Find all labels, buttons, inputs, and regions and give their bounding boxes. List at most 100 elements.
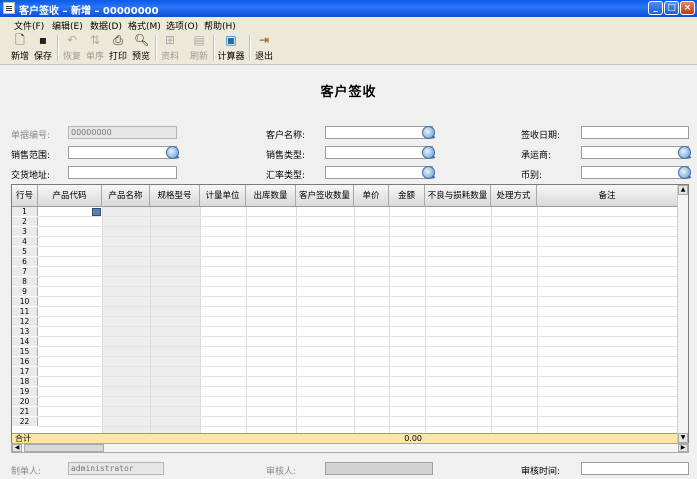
row-number[interactable]: 16 bbox=[12, 357, 38, 366]
minimize-button[interactable]: _ bbox=[648, 1, 663, 15]
row-number[interactable]: 11 bbox=[12, 307, 38, 316]
horizontal-scrollbar[interactable]: ◀ ▶ bbox=[11, 443, 689, 453]
col-header-unit[interactable]: 计量单位 bbox=[200, 185, 246, 207]
menu-edit[interactable]: 编辑(E) bbox=[52, 19, 83, 32]
delivery-address-field[interactable] bbox=[68, 166, 177, 179]
scroll-up-arrow-icon[interactable]: ▲ bbox=[678, 185, 688, 195]
menu-format[interactable]: 格式(M) bbox=[128, 19, 161, 32]
row-number[interactable]: 1 bbox=[12, 207, 38, 216]
row-number[interactable]: 14 bbox=[12, 337, 38, 346]
col-header-line-no[interactable]: 行号 bbox=[12, 185, 38, 207]
row-number[interactable]: 19 bbox=[12, 387, 38, 396]
sales-range-field[interactable] bbox=[68, 146, 179, 159]
col-header-out-qty[interactable]: 出库数量 bbox=[246, 185, 296, 207]
search-icon[interactable] bbox=[422, 166, 435, 179]
row-number[interactable]: 7 bbox=[12, 267, 38, 276]
search-icon[interactable] bbox=[422, 146, 435, 159]
col-header-handling[interactable]: 处理方式 bbox=[491, 185, 537, 207]
carrier-field[interactable] bbox=[581, 146, 691, 159]
row-number[interactable]: 3 bbox=[12, 227, 38, 236]
customer-name-field[interactable] bbox=[325, 126, 435, 139]
grid-line bbox=[200, 207, 201, 443]
title-bar: 客户签收 – 新增 – 00000000 _ □ × bbox=[0, 0, 697, 17]
save-button[interactable]: ▪ 保存 bbox=[31, 33, 55, 63]
lookup-icon[interactable] bbox=[92, 208, 101, 216]
spec-column-bg bbox=[151, 207, 200, 433]
search-icon[interactable] bbox=[678, 166, 691, 179]
print-button[interactable]: ⎙ 打印 bbox=[106, 34, 130, 63]
col-header-amount[interactable]: 金额 bbox=[389, 185, 425, 207]
col-header-spec[interactable]: 规格型号 bbox=[150, 185, 200, 207]
sales-type-field[interactable] bbox=[325, 146, 435, 159]
scroll-thumb[interactable] bbox=[24, 444, 104, 452]
sign-date-field[interactable] bbox=[581, 126, 689, 139]
grid-line bbox=[246, 207, 247, 443]
rate-type-field[interactable] bbox=[325, 166, 435, 179]
toolbar-separator bbox=[213, 35, 215, 61]
search-icon[interactable] bbox=[166, 146, 179, 159]
save-disk-icon: ▪ bbox=[38, 33, 48, 47]
row-divider bbox=[38, 276, 678, 277]
search-icon[interactable] bbox=[678, 146, 691, 159]
detail-grid[interactable]: 行号 产品代码 产品名称 规格型号 计量单位 出库数量 客户签收数量 单价 金额… bbox=[11, 184, 689, 445]
row-number[interactable]: 12 bbox=[12, 317, 38, 326]
col-header-defect-qty[interactable]: 不良与损耗数量 bbox=[425, 185, 491, 207]
row-number[interactable]: 21 bbox=[12, 407, 38, 416]
row-divider bbox=[38, 426, 678, 427]
currency-label: 币别: bbox=[521, 171, 543, 181]
preview-button[interactable]: 🔍︎ 预览 bbox=[129, 33, 153, 63]
menu-options[interactable]: 选项(O) bbox=[166, 19, 198, 32]
menu-data[interactable]: 数据(D) bbox=[90, 19, 122, 32]
reviewer-label: 审核人: bbox=[266, 467, 297, 477]
scroll-down-arrow-icon[interactable]: ▼ bbox=[678, 433, 688, 443]
col-header-sign-qty[interactable]: 客户签收数量 bbox=[296, 185, 354, 207]
grid-line bbox=[389, 207, 390, 443]
row-number[interactable]: 15 bbox=[12, 347, 38, 356]
row-divider bbox=[38, 326, 678, 327]
close-button[interactable]: × bbox=[680, 1, 695, 15]
row-number[interactable]: 6 bbox=[12, 257, 38, 266]
grid-line bbox=[296, 207, 297, 443]
col-header-product-name[interactable]: 产品名称 bbox=[102, 185, 150, 207]
col-header-product-code[interactable]: 产品代码 bbox=[38, 185, 102, 207]
new-button[interactable]: 🗋 新增 bbox=[8, 34, 32, 63]
product-name-column-bg bbox=[103, 207, 150, 433]
scroll-right-arrow-icon[interactable]: ▶ bbox=[678, 444, 688, 452]
review-time-label: 审核时间: bbox=[521, 467, 561, 477]
material-icon: ⊞ bbox=[164, 33, 176, 47]
row-divider bbox=[38, 366, 678, 367]
vertical-scrollbar[interactable]: ▲ ▼ bbox=[677, 185, 688, 443]
grid-line bbox=[537, 207, 538, 443]
material-button[interactable]: ⊞ 资料 bbox=[158, 33, 182, 63]
preview-magnifier-icon: 🔍︎ bbox=[134, 33, 150, 47]
row-number[interactable]: 2 bbox=[12, 217, 38, 226]
menu-help[interactable]: 帮助(H) bbox=[204, 19, 236, 32]
row-number[interactable]: 18 bbox=[12, 377, 38, 386]
restore-button[interactable]: ↶ 恢复 bbox=[60, 34, 84, 63]
row-number[interactable]: 10 bbox=[12, 297, 38, 306]
row-divider bbox=[38, 416, 678, 417]
search-icon[interactable] bbox=[422, 126, 435, 139]
currency-field[interactable] bbox=[581, 166, 691, 179]
grid-line bbox=[150, 207, 151, 443]
row-number[interactable]: 8 bbox=[12, 277, 38, 286]
col-header-remark[interactable]: 备注 bbox=[537, 185, 678, 207]
maximize-button[interactable]: □ bbox=[664, 1, 679, 15]
row-divider bbox=[38, 246, 678, 247]
row-number[interactable]: 9 bbox=[12, 287, 38, 296]
row-number[interactable]: 20 bbox=[12, 397, 38, 406]
menu-file[interactable]: 文件(F) bbox=[14, 19, 44, 32]
exit-button[interactable]: ⇥ 退出 bbox=[252, 34, 276, 63]
calculator-icon: ▣ bbox=[225, 33, 237, 47]
row-number[interactable]: 17 bbox=[12, 367, 38, 376]
row-number[interactable]: 4 bbox=[12, 237, 38, 246]
row-number[interactable]: 5 bbox=[12, 247, 38, 256]
scroll-left-arrow-icon[interactable]: ◀ bbox=[12, 444, 22, 452]
col-header-price[interactable]: 单价 bbox=[354, 185, 389, 207]
row-number[interactable]: 22 bbox=[12, 417, 38, 426]
refresh-button[interactable]: ▤ 刷新 bbox=[187, 34, 211, 63]
review-time-field[interactable] bbox=[581, 462, 689, 475]
order-button[interactable]: ⇅ 单序 bbox=[83, 34, 107, 63]
row-number[interactable]: 13 bbox=[12, 327, 38, 336]
calculator-button[interactable]: ▣ 计算器 bbox=[217, 33, 245, 63]
